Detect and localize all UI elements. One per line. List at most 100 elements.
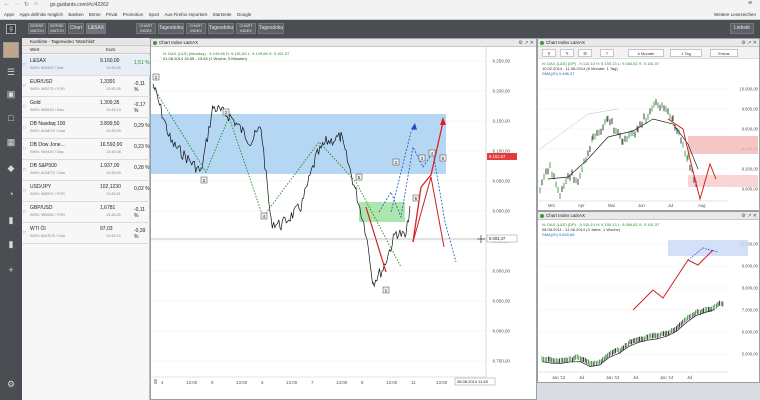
bottom-right-chart-canvas[interactable]: 10.000,009.000,008.000,007.000,006.000,0… (538, 220, 759, 382)
toolbar-button-tagesdoku-3[interactable]: Tagesdoku (258, 23, 284, 34)
time-tick-label: Jul (633, 375, 638, 380)
watchlist-row[interactable]: GBP/USD WKN: 965986 / FOR 1,6781 13:45:26 -0… (22, 202, 150, 223)
instrument-wkn: WKN: A0AET0 / Dau (30, 171, 66, 175)
time-tick-label: Jul (579, 375, 584, 380)
watchlist-row[interactable]: DB Nasdaq 100 WKN: A0AE1X / Dau 3.899,50 13… (22, 118, 150, 139)
bookmark-apps-definitiv[interactable]: Apps definitiv möglich (20, 12, 64, 17)
row-menu-icon[interactable]: □ (23, 209, 26, 215)
watchlist-row[interactable]: USD/JPY WKN: 965991 / FOR 102,1230 13:45:21… (22, 181, 150, 202)
address-bar[interactable]: go.guidants.com/#c/42262 (50, 1, 740, 9)
back-icon[interactable]: ← (4, 1, 10, 7)
instrument-price: 1,6781 (100, 205, 116, 211)
toolbar-button-chart[interactable]: Chart (68, 23, 84, 34)
status-dot-icon (153, 41, 157, 45)
tag-icon[interactable]: ◆ (4, 162, 18, 174)
logo-icon[interactable]: g (6, 24, 16, 34)
gauge-icon[interactable]: ◔ (4, 188, 18, 200)
bookmark-google[interactable]: Google (237, 12, 252, 17)
price-tick-label: 9.000,00 (492, 209, 510, 214)
text-icon[interactable]: T (600, 49, 614, 57)
time-tick-label: Jul (687, 375, 692, 380)
panel-controls-3[interactable]: ⚙ ↗ ✕ (741, 212, 757, 219)
top-right-chart-panel: Chart Index L&SAX ⚙ ↗ ✕ ⚲ ✎ ☰ T 6 Monate… (537, 38, 760, 211)
instrument-wkn: WKN: 965991 / FOR (30, 192, 65, 196)
reload-icon[interactable]: ↻ (24, 1, 29, 8)
search-icon[interactable]: ⚲ (542, 49, 556, 57)
row-menu-icon[interactable]: □ (23, 104, 26, 110)
toolbar-button-2[interactable]: BÖRSE WATCH (48, 23, 66, 34)
column-wert[interactable]: Wert (30, 46, 39, 54)
briefcase-icon[interactable]: ▦ (4, 136, 18, 148)
bookmark-banken[interactable]: Banken (68, 12, 83, 17)
settings-icon[interactable]: ⚙ (4, 378, 18, 390)
bookmark-boerse[interactable]: Börse (89, 12, 101, 17)
watchlist-row[interactable]: DB S&P500 WKN: A0AET0 / Dau 1.937,00 13:45:… (22, 160, 150, 181)
row-menu-icon[interactable]: □ (23, 146, 26, 152)
bookmark-firefox[interactable]: Aus Firefox importiert (164, 12, 207, 17)
watchlist-row[interactable]: WTI Öl WKN: A0KRJS / Dau 97,03 13:45:10 -0,3… (22, 223, 150, 244)
watchlist-row[interactable]: EUR/USD WKN: 965275 / FOR 1,3391 13:45:26 -0… (22, 76, 150, 97)
book-icon[interactable]: □ (4, 112, 18, 124)
bookmark-other[interactable]: Weitere Lesezeichen (714, 10, 756, 19)
price-tick-label: 9.150,00 (492, 119, 510, 124)
menu-icon[interactable]: ≡ (748, 0, 752, 7)
row-menu-icon[interactable]: □ (23, 188, 26, 194)
avatar[interactable] (3, 42, 19, 58)
row-menu-icon[interactable]: □ (23, 230, 26, 236)
forward-icon[interactable]: → (14, 1, 20, 7)
instrument-price: 3.899,50 (100, 121, 120, 127)
toolbar-button-5[interactable]: CHART INDEX (136, 23, 156, 34)
row-menu-icon[interactable]: □ (23, 83, 26, 89)
top-right-chart-canvas[interactable]: 10.000,009.800,009.600,009.400,009.200,0… (538, 59, 759, 210)
toolbar-button-tagesdoku-2[interactable]: Tagesdoku (208, 23, 234, 34)
price-tick-label: 9.200,00 (492, 89, 510, 94)
monitor-icon[interactable]: ▣ (4, 88, 18, 100)
instrument-time: 13:45:08 (106, 150, 121, 154)
watchlist-row[interactable]: DB Dow Jone... WKN: 969420 / Dau 16.592,00… (22, 139, 150, 160)
toolbar-button-lsax[interactable]: L&SAX (86, 23, 106, 34)
home-icon[interactable]: ⌂ (34, 1, 38, 7)
target-zone (668, 240, 748, 256)
browser-top-bar: ← → ↻ ⌂ go.guidants.com/#c/42262 ≡ Apps … (0, 0, 760, 20)
row-menu-icon[interactable]: □ (23, 125, 26, 131)
bookmark-icon[interactable]: ▮ (4, 214, 18, 226)
row-menu-icon[interactable]: □ (23, 167, 26, 173)
panel-controls-2[interactable]: ⚙ ↗ ✕ (741, 39, 757, 46)
instrument-change: -0,39 % (134, 228, 146, 240)
toolbar-button-right[interactable]: Liebsté (730, 23, 754, 34)
instrument-wkn: WKN: 965986 / FOR (30, 213, 65, 217)
add-icon[interactable]: + (4, 264, 18, 276)
main-chart-canvas[interactable]: 9.250,00 9.200,00 9.150,00 9.100,00 9.050,00… (151, 47, 536, 399)
bookmark-apps[interactable]: Apps (4, 12, 14, 17)
price-tick-label: 6.000,00 (742, 330, 759, 335)
watchlist-row[interactable]: L&SAX WKN: 846900 / Dax 9.150,00 13:45:26 1,… (22, 55, 150, 76)
instrument-name: DB Nasdaq 100 (30, 121, 66, 127)
list-icon[interactable]: ☰ (4, 66, 18, 78)
bookmark-sport[interactable]: Sport (148, 12, 159, 17)
toolbar-button-7[interactable]: CHART INDEX (186, 23, 206, 34)
toolbar-button-9[interactable]: CHART INDEX (236, 23, 256, 34)
bookmark-icon-2[interactable]: ▮ (4, 238, 18, 250)
interval-select[interactable]: 1 Tag (670, 49, 702, 57)
app-toolbar: g BÖRSE WATCH BÖRSE WATCH Chart L&SAX CH… (0, 20, 760, 38)
price-tick-label: 7.000,00 (742, 308, 759, 313)
panel-controls[interactable]: ⚙ ↗ ✕ (518, 39, 534, 46)
price-tick-label: 8.000,00 (742, 286, 759, 291)
time-tick-label: 7 (311, 380, 314, 385)
time-tick-label: 6 (261, 380, 264, 385)
watchlist-row[interactable]: Gold WKN: 965515 / Dau 1.309,35 13:45:13 -0,… (22, 97, 150, 118)
period-select[interactable]: 6 Monate (628, 49, 664, 57)
extras-button[interactable]: Extras (710, 49, 738, 57)
toolbar-button-1[interactable]: BÖRSE WATCH (28, 23, 46, 34)
row-menu-icon[interactable]: □ (23, 62, 26, 68)
draw-icon[interactable]: ✎ (560, 49, 574, 57)
time-tick-label: 13:00 (336, 380, 348, 385)
bookmark-promotion[interactable]: Promotion (123, 12, 144, 17)
current-price-label: 9.151,57 (489, 154, 506, 159)
layers-icon[interactable]: ☰ (578, 49, 592, 57)
toolbar-button-tagesdoku-1[interactable]: Tagesdoku (158, 23, 184, 34)
bookmark-startseite[interactable]: Startseite (213, 12, 232, 17)
time-tick-label: Mai (608, 203, 615, 208)
bookmark-privat[interactable]: Privat (106, 12, 118, 17)
column-kurs[interactable]: Kurs (106, 46, 115, 54)
